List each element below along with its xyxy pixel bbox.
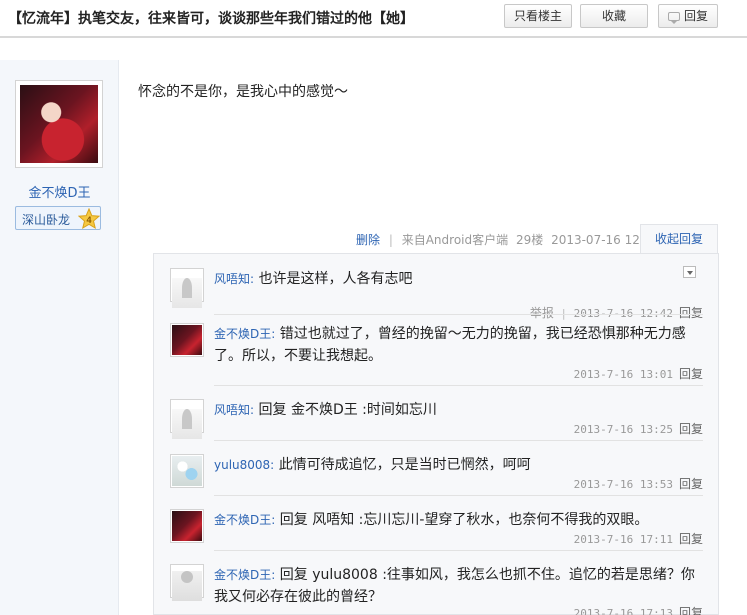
reply-time: 2013-7-16 13:53 — [573, 478, 673, 491]
reply-link[interactable]: 回复 — [679, 367, 703, 381]
reply-link[interactable]: 回复 — [679, 532, 703, 546]
thread-title: 【忆流年】执笔交友，往来皆可，谈谈那些年我们错过的他【她】 — [8, 11, 414, 27]
reply-username[interactable]: 风唔知: — [214, 272, 254, 286]
reply-footer: 2013-7-16 13:53 回复 — [574, 475, 703, 492]
reply-footer: 举报|2013-7-16 12:42回复 — [530, 304, 703, 321]
list-item: 风唔知: 也许是这样，人各有志吧 举报|2013-7-16 12:42回复 — [170, 268, 703, 324]
reply-username[interactable]: 金不焕D王: — [214, 327, 275, 341]
thread-header: 【忆流年】执笔交友，往来皆可，谈谈那些年我们错过的他【她】 只看楼主 收藏 回复 — [0, 0, 747, 38]
favorite-button[interactable]: 收藏 — [580, 4, 648, 28]
list-item: 金不焕D王: 错过也就过了，曾经的挽留～无力的挽留，我已经恐惧那种无力感了。所以… — [170, 323, 703, 387]
reply-button[interactable]: 回复 — [658, 4, 718, 28]
reply-link[interactable]: 回复 — [679, 306, 703, 320]
rank-level: 4 — [86, 215, 91, 225]
reply-footer: 2013-7-16 13:25 回复 — [574, 420, 703, 437]
divider — [214, 440, 703, 441]
reply-bubble-icon — [667, 12, 680, 24]
collapse-replies-button[interactable]: 收起回复 — [640, 224, 718, 254]
reply-time: 2013-7-16 13:01 — [573, 368, 673, 381]
reply-link[interactable]: 回复 — [679, 422, 703, 436]
author-name[interactable]: 金不焕D王 — [0, 182, 119, 201]
reply-list: 风唔知: 也许是这样，人各有志吧 举报|2013-7-16 12:42回复 金不… — [153, 253, 719, 615]
reply-text: 回复 yulu8008 :往事如风，我怎么也抓不住。追忆的若是思绪？你我又何必存… — [214, 567, 695, 605]
divider — [214, 495, 703, 496]
reply-username[interactable]: yulu8008: — [214, 458, 274, 472]
divider — [214, 314, 703, 315]
meta-separator: | — [388, 233, 393, 247]
reply-footer: 2013-7-16 17:11 回复 — [574, 530, 703, 547]
reply-time: 2013-7-16 17:11 — [573, 533, 673, 546]
reply-username[interactable]: 金不焕D王: — [214, 513, 275, 527]
reply-link[interactable]: 回复 — [679, 606, 703, 615]
red-avatar[interactable] — [170, 509, 204, 543]
post-source[interactable]: 来自Android客户端 — [402, 233, 508, 247]
post-meta: 删除 | 来自Android客户端 29楼 2013-07-16 12:25 — [356, 231, 659, 248]
reply-text: 错过也就过了，曾经的挽留～无力的挽留，我已经恐惧那种无力感了。所以，不要让我想起… — [214, 326, 686, 364]
report-link[interactable]: 举报 — [530, 306, 554, 320]
author-avatar-image — [20, 85, 98, 163]
reply-text: 回复 风唔知 :忘川忘川-望穿了秋水，也奈何不得我的双眼。 — [279, 512, 649, 528]
author-sidebar: 金不焕D王 深山卧龙 4 — [0, 60, 119, 615]
only-lz-button[interactable]: 只看楼主 — [504, 4, 572, 28]
ghost-avatar[interactable] — [170, 399, 204, 439]
reply-username[interactable]: 风唔知: — [214, 403, 254, 417]
flower-avatar[interactable] — [170, 454, 204, 488]
reply-time: 2013-7-16 13:25 — [573, 423, 673, 436]
divider — [214, 385, 703, 386]
ghost-avatar[interactable] — [170, 268, 204, 308]
reply-footer: 2013-7-16 13:01 回复 — [574, 365, 703, 382]
reply-time: 2013-7-16 17:13 — [573, 607, 673, 615]
reply-text: 此情可待成追忆，只是当时已惘然，呵呵 — [278, 457, 531, 473]
list-item: 金不焕D王: 回复 yulu8008 :往事如风，我怎么也抓不住。追忆的若是思绪… — [170, 564, 703, 615]
post-floor: 29楼 — [515, 233, 544, 247]
red-avatar[interactable] — [170, 323, 204, 357]
post-content: 怀念的不是你，是我心中的感觉～ — [138, 84, 348, 100]
reply-text: 也许是这样，人各有志吧 — [258, 271, 413, 287]
rank-star-icon: 4 — [78, 208, 100, 230]
reply-footer: 2013-7-16 17:13 回复 — [574, 604, 703, 615]
default-avatar[interactable] — [170, 564, 204, 601]
rank-title: 深山卧龙 — [22, 213, 71, 227]
reply-link[interactable]: 回复 — [679, 477, 703, 491]
reply-button-label: 回复 — [683, 9, 708, 23]
reply-text: 回复 金不焕D王 :时间如忘川 — [258, 402, 437, 418]
delete-link[interactable]: 删除 — [356, 233, 380, 247]
author-avatar[interactable] — [15, 80, 103, 168]
divider — [214, 550, 703, 551]
rank-badge[interactable]: 深山卧龙 4 — [15, 206, 101, 230]
reply-username[interactable]: 金不焕D王: — [214, 568, 275, 582]
